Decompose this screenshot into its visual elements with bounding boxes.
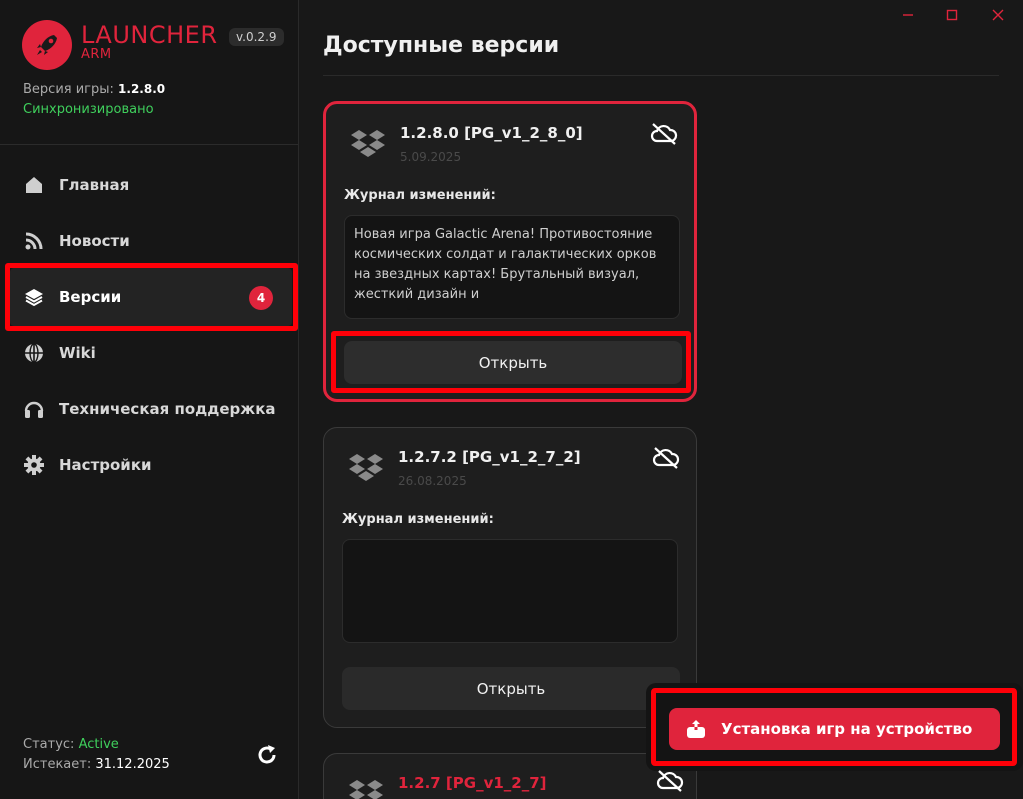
version-card: 1.2.7.2 [PG_v1_2_7_2] 26.08.2025 Журнал …: [323, 427, 697, 728]
app-logo: LAUNCHER ARM: [22, 20, 218, 70]
sidebar-item-wiki[interactable]: Wiki: [22, 338, 96, 368]
sidebar-item-label: Новости: [59, 232, 130, 250]
refresh-icon[interactable]: [255, 743, 279, 767]
open-button[interactable]: Открыть: [342, 667, 680, 710]
headphones-icon: [22, 397, 46, 421]
cloud-off-icon[interactable]: [652, 446, 680, 470]
sidebar-item-news[interactable]: Новости: [22, 226, 130, 256]
sidebar-item-label: Wiki: [59, 344, 96, 362]
annotation-highlight-open: [331, 331, 691, 393]
sidebar-item-label: Техническая поддержка: [59, 400, 276, 418]
rocket-icon: [22, 20, 72, 70]
changelog-label: Журнал изменений:: [344, 188, 496, 203]
changelog-text: [342, 539, 678, 643]
version-title: 1.2.7 [PG_v1_2_7]: [398, 774, 547, 792]
status-label: Статус:: [23, 737, 75, 752]
sidebar: LAUNCHER ARM v.0.2.9 Версия игры: 1.2.8.…: [0, 0, 299, 799]
version-date: 5.09.2025: [400, 150, 462, 164]
sidebar-item-home[interactable]: Главная: [22, 170, 129, 200]
home-icon: [22, 173, 46, 197]
close-icon[interactable]: [989, 6, 1007, 24]
sidebar-item-label: Главная: [59, 176, 130, 194]
minimize-icon[interactable]: [899, 6, 917, 24]
game-version: Версия игры: 1.2.8.0: [23, 82, 165, 97]
sidebar-item-label: Настройки: [59, 456, 152, 474]
version-title: 1.2.8.0 [PG_v1_2_8_0]: [400, 124, 583, 142]
version-date: 26.08.2025: [398, 474, 467, 488]
gear-icon: [22, 453, 46, 477]
logo-subtitle: ARM: [81, 47, 112, 62]
subscription-expiry: Истекает: 31.12.2025: [23, 757, 170, 772]
dropbox-icon: [348, 126, 388, 166]
expires-label: Истекает:: [23, 757, 92, 772]
subscription-status: Статус: Active: [23, 737, 119, 752]
logo-title: LAUNCHER: [81, 21, 218, 49]
cloud-off-icon[interactable]: [650, 122, 678, 146]
title-divider: [323, 75, 999, 76]
launcher-version-badge: v.0.2.9: [229, 28, 284, 46]
sidebar-item-settings[interactable]: Настройки: [22, 450, 152, 480]
cloud-off-icon: [656, 770, 684, 792]
sidebar-item-support[interactable]: Техническая поддержка: [22, 394, 276, 424]
dropbox-icon: [346, 450, 386, 490]
maximize-icon[interactable]: [943, 6, 961, 24]
sync-status: Синхронизировано: [23, 102, 154, 117]
page-title: Доступные версии: [323, 33, 560, 58]
sidebar-divider: [0, 144, 298, 145]
changelog-label: Журнал изменений:: [342, 512, 494, 527]
rss-icon: [22, 229, 46, 253]
expires-value: 31.12.2025: [95, 757, 170, 772]
game-version-value: 1.2.8.0: [118, 82, 166, 96]
dropbox-icon: [346, 776, 386, 799]
annotation-highlight-versions: [5, 263, 298, 331]
version-title: 1.2.7.2 [PG_v1_2_7_2]: [398, 448, 581, 466]
annotation-highlight-install: [651, 688, 1017, 766]
globe-icon: [22, 341, 46, 365]
changelog-text: Новая игра Galactic Arena! Противостояни…: [344, 215, 680, 319]
version-card: 1.2.7 [PG_v1_2_7]: [323, 753, 697, 799]
status-value: Active: [78, 737, 119, 752]
game-version-label: Версия игры:: [23, 82, 114, 97]
